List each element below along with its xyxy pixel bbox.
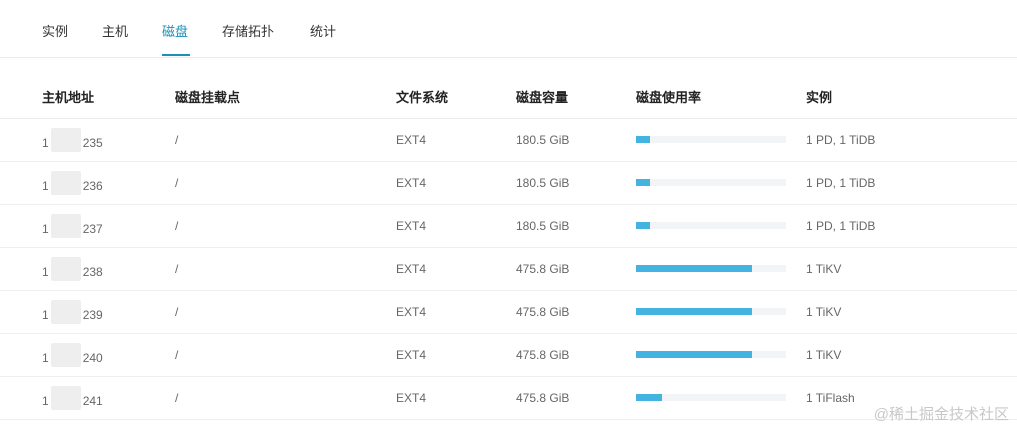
table-row[interactable]: 1 238 / EXT4 475.8 GiB 1 TiKV bbox=[0, 248, 1017, 291]
table-header: 主机地址 磁盘挂载点 文件系统 磁盘容量 磁盘使用率 实例 bbox=[0, 74, 1017, 119]
host-address-suffix: 239 bbox=[82, 307, 103, 322]
column-header-host-address[interactable]: 主机地址 bbox=[42, 87, 94, 106]
mount-point: / bbox=[175, 133, 179, 147]
filesystem: EXT4 bbox=[396, 219, 427, 233]
usage-bar-fill bbox=[636, 394, 662, 401]
usage-bar bbox=[636, 265, 786, 272]
host-address-suffix: 235 bbox=[82, 135, 103, 150]
instances: 1 TiKV bbox=[806, 305, 842, 319]
redacted-block bbox=[50, 257, 81, 281]
usage-bar bbox=[636, 394, 786, 401]
mount-point: / bbox=[175, 219, 179, 233]
disk-capacity: 180.5 GiB bbox=[516, 133, 570, 147]
column-header-usage[interactable]: 磁盘使用率 bbox=[636, 87, 701, 106]
column-header-mount-point[interactable]: 磁盘挂载点 bbox=[175, 87, 240, 106]
table-row[interactable]: 1 235 / EXT4 180.5 GiB 1 PD, 1 TiDB bbox=[0, 119, 1017, 162]
filesystem: EXT4 bbox=[396, 176, 427, 190]
usage-bar-fill bbox=[636, 265, 752, 272]
tab-storage-topology[interactable]: 存储拓扑 bbox=[222, 23, 274, 41]
disk-capacity: 475.8 GiB bbox=[516, 348, 570, 362]
instances: 1 PD, 1 TiDB bbox=[806, 176, 876, 190]
usage-bar bbox=[636, 308, 786, 315]
redacted-block bbox=[50, 300, 81, 324]
filesystem: EXT4 bbox=[396, 348, 427, 362]
table-row[interactable]: 1 239 / EXT4 475.8 GiB 1 TiKV bbox=[0, 291, 1017, 334]
disk-capacity: 180.5 GiB bbox=[516, 176, 570, 190]
column-header-capacity[interactable]: 磁盘容量 bbox=[516, 87, 568, 106]
watermark: @稀土掘金技术社区 bbox=[873, 406, 1009, 423]
host-address: 1 240 bbox=[42, 343, 103, 367]
usage-bar bbox=[636, 136, 786, 143]
usage-bar-fill bbox=[636, 222, 650, 229]
host-address-prefix: 1 bbox=[42, 264, 49, 279]
instances: 1 TiKV bbox=[806, 348, 842, 362]
host-address-suffix: 240 bbox=[82, 350, 103, 365]
filesystem: EXT4 bbox=[396, 262, 427, 276]
table-row[interactable]: 1 240 / EXT4 475.8 GiB 1 TiKV bbox=[0, 334, 1017, 377]
host-address: 1 241 bbox=[42, 386, 103, 410]
disk-capacity: 475.8 GiB bbox=[516, 391, 570, 405]
table-row[interactable]: 1 236 / EXT4 180.5 GiB 1 PD, 1 TiDB bbox=[0, 162, 1017, 205]
host-address: 1 235 bbox=[42, 128, 103, 152]
host-address: 1 237 bbox=[42, 214, 103, 238]
disk-capacity: 475.8 GiB bbox=[516, 305, 570, 319]
usage-bar-fill bbox=[636, 308, 752, 315]
disk-table: 主机地址 磁盘挂载点 文件系统 磁盘容量 磁盘使用率 实例 1 235/EXT4 1… bbox=[0, 74, 1017, 420]
mount-point: / bbox=[175, 391, 179, 405]
host-address-suffix: 236 bbox=[82, 178, 103, 193]
host-address-prefix: 1 bbox=[42, 135, 49, 150]
usage-bar-fill bbox=[636, 351, 752, 358]
instances: 1 TiKV bbox=[806, 262, 842, 276]
filesystem: EXT4 bbox=[396, 391, 427, 405]
tab-statistics[interactable]: 统计 bbox=[310, 23, 336, 41]
tab-disks[interactable]: 磁盘 bbox=[162, 23, 188, 41]
host-address: 1 236 bbox=[42, 171, 103, 195]
disk-capacity: 475.8 GiB bbox=[516, 262, 570, 276]
redacted-block bbox=[50, 214, 81, 238]
redacted-block bbox=[50, 386, 81, 410]
usage-bar bbox=[636, 351, 786, 358]
host-address-prefix: 1 bbox=[42, 307, 49, 322]
host-address-suffix: 241 bbox=[82, 393, 103, 408]
column-header-instances[interactable]: 实例 bbox=[806, 87, 832, 106]
filesystem: EXT4 bbox=[396, 133, 427, 147]
usage-bar bbox=[636, 179, 786, 186]
filesystem: EXT4 bbox=[396, 305, 427, 319]
redacted-block bbox=[50, 171, 81, 195]
host-address-suffix: 237 bbox=[82, 221, 103, 236]
host-address-prefix: 1 bbox=[42, 393, 49, 408]
redacted-block bbox=[50, 343, 81, 367]
host-address-suffix: 238 bbox=[82, 264, 103, 279]
mount-point: / bbox=[175, 305, 179, 319]
mount-point: / bbox=[175, 262, 179, 276]
instances: 1 PD, 1 TiDB bbox=[806, 133, 876, 147]
host-address-prefix: 1 bbox=[42, 221, 49, 236]
tab-hosts[interactable]: 主机 bbox=[102, 23, 128, 41]
usage-bar-fill bbox=[636, 179, 650, 186]
host-address-prefix: 1 bbox=[42, 350, 49, 365]
instances: 1 TiFlash bbox=[806, 391, 855, 405]
mount-point: / bbox=[175, 176, 179, 190]
disk-capacity: 180.5 GiB bbox=[516, 219, 570, 233]
usage-bar bbox=[636, 222, 786, 229]
host-address: 1 238 bbox=[42, 257, 103, 281]
redacted-block bbox=[50, 128, 81, 152]
active-tab-indicator bbox=[162, 54, 190, 56]
tab-bar: 实例 主机 磁盘 存储拓扑 统计 bbox=[0, 0, 1017, 58]
mount-point: / bbox=[175, 348, 179, 362]
instances: 1 PD, 1 TiDB bbox=[806, 219, 876, 233]
host-address-prefix: 1 bbox=[42, 178, 49, 193]
column-header-filesystem[interactable]: 文件系统 bbox=[396, 87, 448, 106]
usage-bar-fill bbox=[636, 136, 650, 143]
tab-instances[interactable]: 实例 bbox=[42, 23, 68, 41]
table-row[interactable]: 1 241 / EXT4 475.8 GiB 1 TiFlash bbox=[0, 377, 1017, 420]
host-address: 1 239 bbox=[42, 300, 103, 324]
table-row[interactable]: 1 237 / EXT4 180.5 GiB 1 PD, 1 TiDB bbox=[0, 205, 1017, 248]
